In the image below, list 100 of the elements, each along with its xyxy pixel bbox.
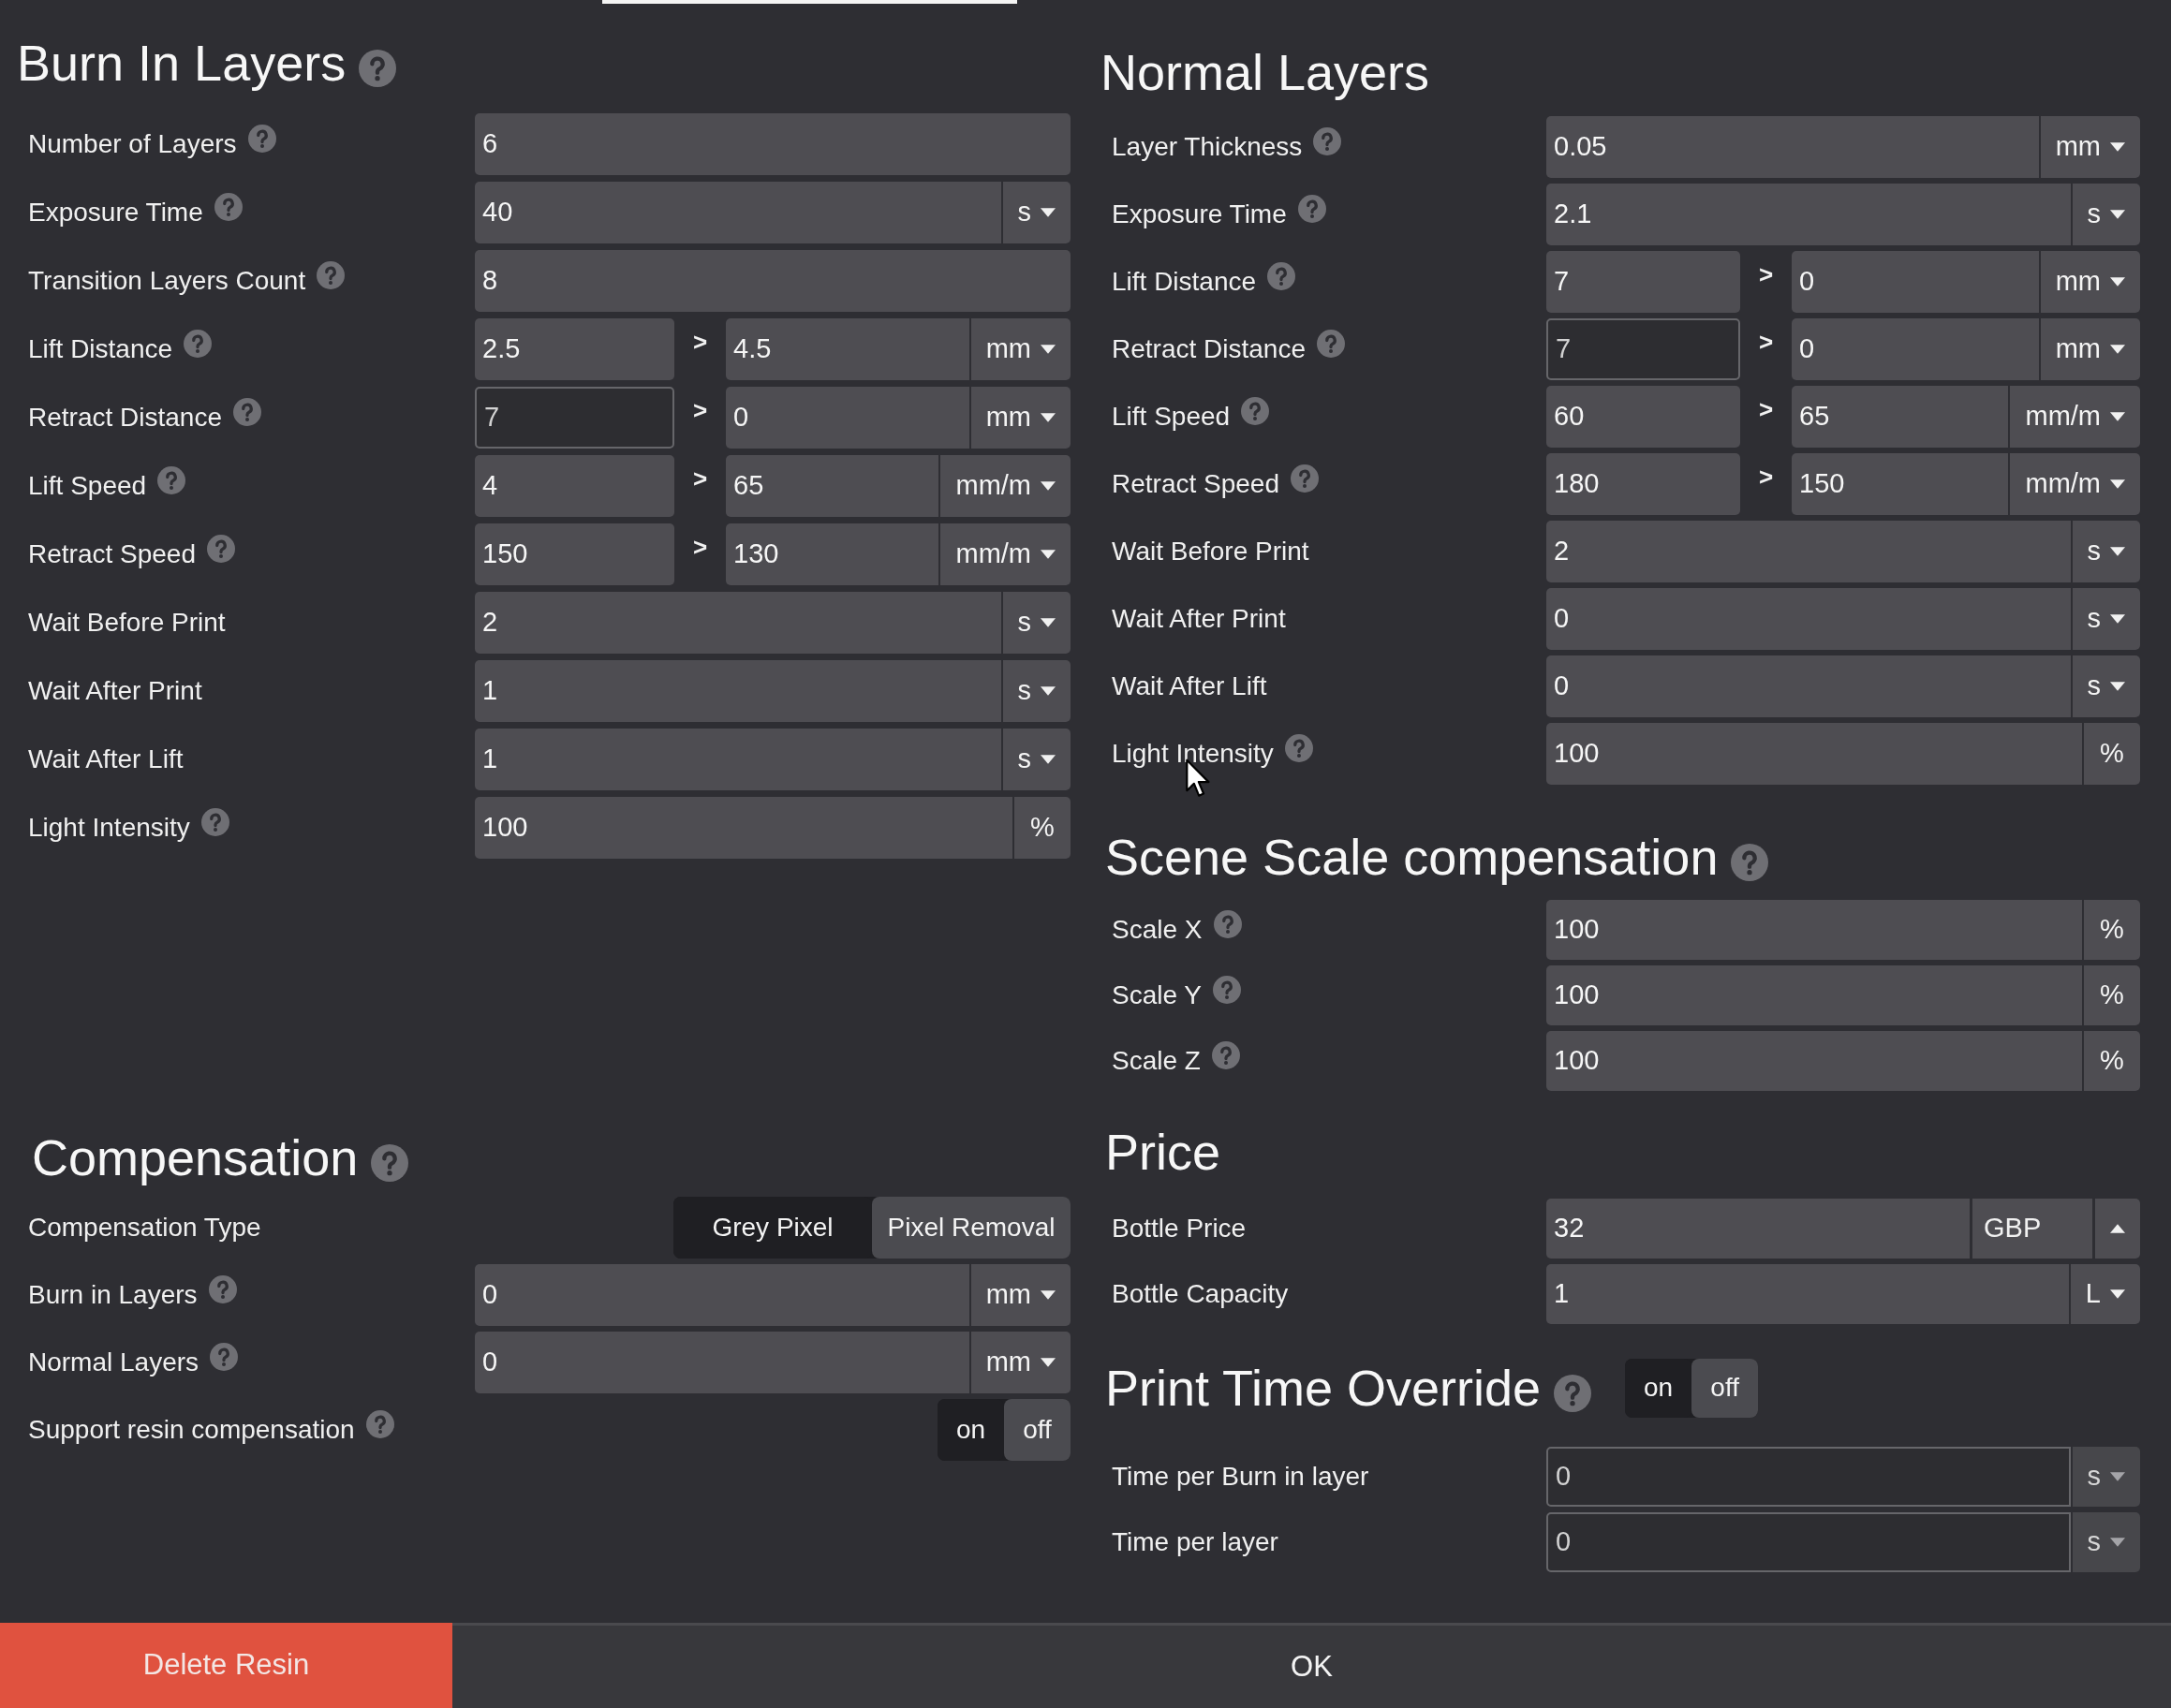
help-icon[interactable] (1554, 1375, 1592, 1412)
field-label: Wait After Lift (28, 744, 184, 775)
unit-dropdown[interactable]: s (1002, 182, 1071, 243)
input-field[interactable]: 2.5 (475, 318, 674, 380)
input-field[interactable]: 1 (475, 660, 1001, 722)
field-label: Light Intensity (28, 812, 190, 844)
range-separator: > (1757, 327, 1775, 358)
toggle-option[interactable]: off (1004, 1399, 1071, 1461)
input-field[interactable]: 180 (1546, 453, 1740, 515)
input-field[interactable]: 4.5 (726, 318, 969, 380)
input-field[interactable]: 0 (726, 387, 969, 449)
stepper-button[interactable] (2095, 1199, 2140, 1259)
unit-dropdown[interactable]: L (2070, 1264, 2140, 1324)
help-icon[interactable] (200, 808, 229, 836)
unit-dropdown[interactable]: mm/m (2010, 453, 2140, 515)
help-icon[interactable] (207, 535, 235, 563)
input-field[interactable]: 8 (475, 250, 1071, 312)
unit-dropdown[interactable]: mm (970, 318, 1071, 380)
currency-label: GBP (1972, 1199, 2092, 1259)
toggle-option[interactable]: Pixel Removal (872, 1197, 1071, 1259)
input-field[interactable]: 0 (1546, 588, 2071, 650)
help-icon[interactable] (371, 1144, 409, 1182)
help-icon[interactable] (359, 50, 397, 87)
unit-dropdown[interactable]: mm/m (2010, 386, 2140, 448)
help-icon[interactable] (1213, 976, 1241, 1004)
unit-dropdown[interactable]: mm (970, 387, 1071, 449)
help-icon[interactable] (184, 330, 213, 358)
input-field[interactable]: 0 (1546, 655, 2071, 717)
unit-dropdown[interactable]: mm/m (940, 455, 1071, 517)
input-field[interactable]: 100 (475, 797, 1012, 859)
help-icon[interactable] (1297, 195, 1326, 223)
caret-icon (2110, 277, 2125, 287)
input-field[interactable]: 0 (475, 1332, 969, 1393)
help-icon[interactable] (232, 398, 261, 426)
input-field[interactable]: 7 (1546, 251, 1740, 313)
unit-label: % (2084, 723, 2140, 785)
input-field[interactable]: 100 (1546, 1031, 2082, 1091)
caret-icon (1041, 618, 1056, 627)
input-field[interactable]: 65 (1792, 386, 2009, 448)
help-icon[interactable] (1267, 262, 1296, 290)
input-field[interactable]: 40 (475, 182, 1001, 243)
range-separator: > (1757, 259, 1775, 290)
input-field[interactable]: 4 (475, 455, 674, 517)
input-field[interactable]: 2.1 (1546, 184, 2071, 245)
unit-dropdown[interactable]: s (1002, 729, 1071, 790)
field-label: Retract Speed (1112, 468, 1279, 500)
unit-dropdown[interactable]: s (2072, 521, 2140, 582)
input-field[interactable]: 32 (1546, 1199, 1970, 1259)
caret-icon (2110, 614, 2125, 624)
input-field[interactable]: 6 (475, 113, 1071, 175)
unit-dropdown[interactable]: s (1002, 592, 1071, 654)
field-label: Lift Distance (1112, 266, 1257, 298)
field-label: Bottle Capacity (1112, 1278, 1289, 1310)
caret-icon (1041, 208, 1056, 217)
help-icon[interactable] (247, 125, 276, 153)
input-field[interactable]: 2 (1546, 521, 2071, 582)
input-field[interactable]: 0 (475, 1264, 969, 1326)
input-field[interactable]: 150 (1792, 453, 2009, 515)
input-field[interactable]: 130 (726, 523, 939, 585)
input-field[interactable]: 100 (1546, 965, 2082, 1025)
unit-dropdown[interactable]: s (2072, 588, 2140, 650)
help-icon[interactable] (1213, 910, 1242, 938)
input-field[interactable]: 150 (475, 523, 674, 585)
input-field[interactable]: 1 (1546, 1264, 2069, 1324)
toggle-option[interactable]: off (1691, 1358, 1759, 1418)
unit-dropdown[interactable]: s (1002, 660, 1071, 722)
help-icon[interactable] (1241, 397, 1270, 425)
unit-dropdown[interactable]: mm (2040, 251, 2140, 313)
input-field[interactable]: 60 (1546, 386, 1740, 448)
unit-dropdown[interactable]: mm (970, 1332, 1071, 1393)
help-icon[interactable] (210, 1343, 239, 1371)
help-icon[interactable] (1316, 330, 1345, 358)
help-icon[interactable] (317, 261, 346, 289)
unit-dropdown[interactable]: mm (2040, 116, 2140, 178)
unit-dropdown[interactable]: s (2072, 655, 2140, 717)
help-icon[interactable] (365, 1410, 394, 1438)
help-icon[interactable] (1284, 734, 1313, 762)
unit-dropdown[interactable]: s (2072, 184, 2140, 245)
help-icon[interactable] (1211, 1041, 1240, 1069)
input-field[interactable]: 1 (475, 729, 1001, 790)
help-icon[interactable] (208, 1275, 237, 1303)
input-field[interactable]: 0.05 (1546, 116, 2039, 178)
help-icon[interactable] (1291, 464, 1319, 493)
help-icon[interactable] (214, 193, 243, 221)
field-label: Scale Z (1112, 1045, 1201, 1077)
input-field[interactable]: 0 (1792, 318, 2039, 380)
unit-dropdown[interactable]: mm (2040, 318, 2140, 380)
help-icon[interactable] (1313, 127, 1342, 155)
help-icon[interactable] (157, 466, 186, 494)
range-separator: > (1757, 394, 1775, 425)
input-field[interactable]: 100 (1546, 900, 2082, 960)
ok-button[interactable]: OK (452, 1623, 2171, 1708)
input-field[interactable]: 2 (475, 592, 1001, 654)
unit-dropdown[interactable]: mm (970, 1264, 1071, 1326)
help-icon[interactable] (1731, 844, 1769, 881)
unit-dropdown[interactable]: mm/m (940, 523, 1071, 585)
input-field[interactable]: 0 (1792, 251, 2039, 313)
input-field[interactable]: 65 (726, 455, 939, 517)
input-field[interactable]: 100 (1546, 723, 2082, 785)
field-label: Layer Thickness (1112, 131, 1303, 163)
